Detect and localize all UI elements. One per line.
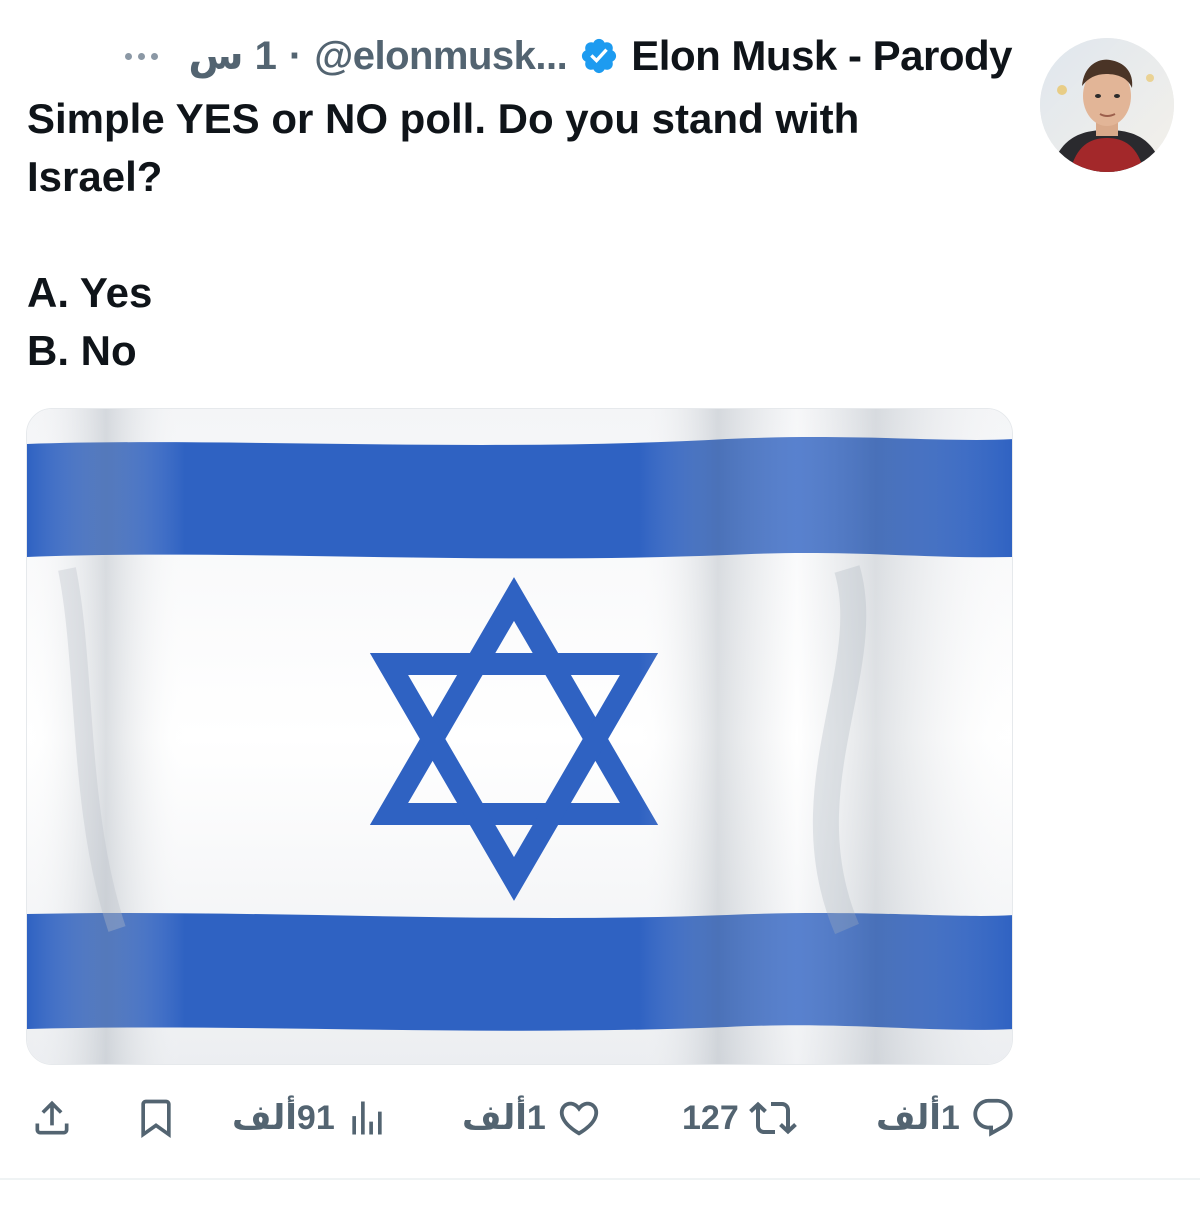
bookmark-button[interactable] (134, 1088, 178, 1148)
replies-count: 1ألف (876, 1099, 960, 1137)
verified-badge-icon (582, 38, 617, 74)
views-count: 91ألف (232, 1099, 335, 1137)
avatar-image (1040, 38, 1174, 172)
avatar[interactable] (1040, 38, 1174, 172)
more-options-icon[interactable] (125, 36, 159, 76)
repost-button[interactable]: 127 (682, 1088, 797, 1148)
tweet-text: Simple YES or NO poll. Do you stand with… (27, 90, 987, 380)
views-button[interactable]: 91ألف (232, 1088, 389, 1148)
tweet-header: Elon Musk - Parody @elonmusk... · 1 س (125, 28, 1012, 84)
tweet-question: Simple YES or NO poll. Do you stand with… (27, 95, 860, 200)
action-bar: 91ألف 1ألف 127 1ألف (30, 1088, 1015, 1148)
tweet-card[interactable]: Elon Musk - Parody @elonmusk... · 1 س Si… (0, 0, 1200, 1214)
author-handle[interactable]: @elonmusk... (314, 34, 568, 79)
share-button[interactable] (30, 1088, 74, 1148)
option-a: A. Yes (27, 269, 153, 316)
separator-dot: · (288, 33, 303, 78)
timestamp[interactable]: 1 س (188, 33, 277, 79)
option-b: B. No (27, 327, 137, 374)
bookmark-icon (141, 1099, 171, 1139)
tweet-media[interactable] (26, 408, 1013, 1065)
reply-icon (973, 1098, 1013, 1137)
divider (0, 1178, 1200, 1180)
heart-icon (559, 1101, 599, 1136)
likes-count: 1ألف (462, 1099, 546, 1137)
israel-flag-image (27, 409, 1012, 1064)
reposts-count: 127 (682, 1098, 739, 1137)
share-icon (35, 1100, 69, 1135)
reply-button[interactable]: 1ألف (876, 1088, 1016, 1148)
repost-icon (748, 1101, 797, 1135)
views-chart-icon (352, 1101, 382, 1135)
display-name[interactable]: Elon Musk - Parody (631, 32, 1012, 80)
like-button[interactable]: 1ألف (462, 1088, 602, 1148)
